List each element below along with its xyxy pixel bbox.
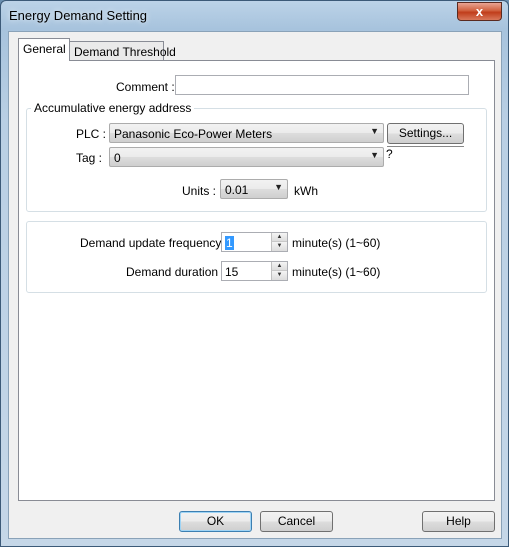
update-frequency-label: Demand update frequency : [80,236,229,250]
tag-label: Tag : [76,151,103,165]
help-button-label: Help [446,514,471,528]
tab-demand-threshold[interactable]: Demand Threshold [69,41,176,61]
help-button[interactable]: Help [422,511,495,532]
spin-down-icon[interactable]: ▼ [271,242,287,251]
dialog-window: Energy Demand Setting x General Demand T… [0,0,509,547]
spin-buttons: ▲ ▼ [271,262,287,280]
units-label: Units : [182,184,217,198]
settings-button[interactable]: Settings... [387,123,464,144]
duration-value: 15 [225,265,239,279]
chevron-down-icon: ▼ [370,126,379,136]
duration-label: Demand duration : [126,265,225,279]
units-value: 0.01 [225,183,249,197]
comment-input[interactable] [175,75,469,95]
plc-select[interactable]: Panasonic Eco-Power Meters ▼ [109,123,384,143]
chevron-down-icon: ▼ [274,182,283,192]
update-frequency-suffix: minute(s) (1~60) [292,236,381,250]
close-icon: x [475,4,484,19]
tab-general-label: General [23,42,66,56]
cancel-button[interactable]: Cancel [260,511,333,532]
spin-buttons: ▲ ▼ [271,233,287,251]
chevron-down-icon: ▼ [370,150,379,160]
spin-up-icon[interactable]: ▲ [271,233,287,242]
ok-button-label: OK [206,514,225,528]
general-tab-page: Comment : Accumulative energy address PL… [18,60,495,501]
units-suffix: kWh [294,184,318,198]
window-title: Energy Demand Setting [9,8,148,23]
cancel-button-label: Cancel [277,514,316,528]
close-button[interactable]: x [457,2,502,21]
spin-up-icon[interactable]: ▲ [271,262,287,271]
plc-value: Panasonic Eco-Power Meters [114,127,273,141]
units-select[interactable]: 0.01 ▼ [220,179,288,199]
tag-select[interactable]: 0 ▼ [109,147,384,167]
address-group-title: Accumulative energy address [31,101,195,115]
duration-suffix: minute(s) (1~60) [292,265,381,279]
duration-spinner[interactable]: 15 ▲ ▼ [221,261,288,281]
comment-label: Comment : [116,80,175,94]
ok-button[interactable]: OK [179,511,252,532]
spin-down-icon[interactable]: ▼ [271,271,287,280]
settings-button-label: Settings... [398,126,453,140]
tag-help-icon[interactable]: ? [386,147,393,161]
settings-divider [387,146,464,147]
update-frequency-spinner[interactable]: 1 ▲ ▼ [221,232,288,252]
title-bar[interactable]: Energy Demand Setting x [1,1,508,29]
update-frequency-value: 1 [225,236,234,250]
plc-label: PLC : [76,127,107,141]
tab-demand-threshold-label: Demand Threshold [74,45,176,59]
tab-general[interactable]: General [18,38,70,61]
dialog-client-area: General Demand Threshold Comment : Accum… [8,31,502,539]
tag-value: 0 [114,151,121,165]
